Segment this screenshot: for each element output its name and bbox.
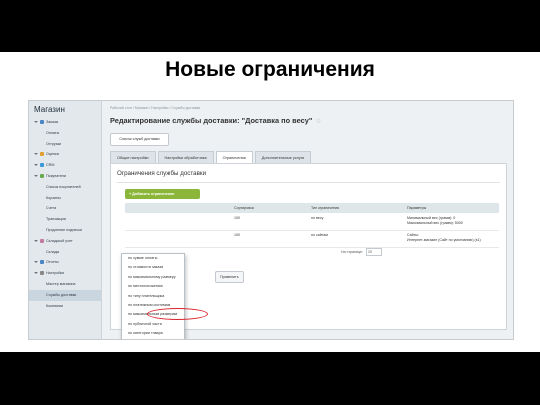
dropdown-item[interactable]: по максимальному размеру [122,273,184,282]
sidebar-item[interactable]: Корзины [29,193,101,204]
sidebar-item[interactable]: CRM [29,160,101,171]
row-sort: 100 [234,233,240,237]
sidebar-item[interactable]: Отчеты [29,257,101,268]
dropdown-item[interactable]: по сумме оплаты [122,254,184,263]
sidebar-item[interactable]: Склады [29,247,101,258]
orders-icon [40,120,44,125]
column-header-sort[interactable]: Сортировка [234,203,254,213]
sidebar-item[interactable]: Службы доставки [29,289,101,301]
sidebar-item[interactable]: Продление подписки [29,225,101,236]
sidebar-item[interactable]: Компании [29,301,101,312]
sidebar-item[interactable]: Настройки [29,268,101,279]
table-row[interactable]: 100 по сайтам Сайты: Интернет-магазин (С… [125,231,499,248]
sidebar-item[interactable]: Счета [29,203,101,214]
tabs: Общие настройки Настройки обработчика Ог… [110,151,313,164]
chevron-down-icon[interactable] [34,272,38,275]
pager-label: На странице: [341,249,364,254]
sidebar-item-label: Счета [46,206,57,211]
table-row[interactable]: 100 Минимальный вес (грамм): 0 Максималь… [125,214,499,231]
sidebar-item-label: Продление подписки [46,227,82,232]
sidebar-item-label: Покупатели [46,173,66,178]
chevron-down-icon[interactable] [34,153,38,156]
chevron-down-icon[interactable] [34,175,38,177]
section-divider [117,182,500,183]
row-type: по сайтам [311,233,328,237]
settings-icon [40,271,44,276]
dropdown-item[interactable]: по типу плательщика [122,292,184,301]
sidebar-item[interactable]: Оплаты [29,128,101,139]
rating-icon [40,152,44,157]
sidebar-item-label: Склады [46,249,60,254]
sidebar-item-label: Службы доставки [46,292,77,297]
sidebar-item-label: Заказы [46,120,59,124]
breadcrumb[interactable]: Рабочий стол / Магазин / Настройки / Слу… [110,106,200,110]
row-sort: 100 [234,216,240,220]
table-header: Сортировка Тип ограничения Параметры [125,203,499,213]
sidebar-item[interactable]: Складской учет [29,236,101,247]
sidebar-item-label: CRM [46,163,55,168]
sidebar-item-label: Компании [46,303,63,308]
row-param: Максимальный вес (грамм): 5000 [407,221,463,225]
slide: Новые ограничения Магазин Заказы Оплаты От… [0,52,540,352]
warehouse-icon [40,238,44,243]
sidebar-item-label: Транзакции [46,217,66,222]
reports-icon [40,260,44,265]
admin-screenshot: Магазин Заказы Оплаты Отгрузки Оценка CRM Пок… [28,100,514,340]
crm-icon [40,163,44,168]
page-title: Редактирование службы доставки: "Доставк… [110,116,322,125]
chevron-down-icon[interactable] [34,239,38,242]
chevron-down-icon[interactable] [34,121,38,124]
favorite-star-icon[interactable]: ☆ [315,118,321,125]
restriction-type-dropdown: по сумме оплаты по стоимости заказа по мак… [121,253,185,339]
sidebar-item-label: Складской учет [46,238,73,243]
sidebar-item-label: Корзины [46,195,61,200]
sidebar-item[interactable]: Транзакции [29,214,101,225]
sidebar-item-label: Отчеты [46,260,59,265]
sidebar-item[interactable]: Отгрузки [29,139,101,150]
sidebar-item[interactable]: Оценка [29,149,101,160]
sidebar-item-label: Отгрузки [46,141,62,146]
sidebar-item-label: Список покупателей [46,184,81,189]
pager: На странице: 20 [341,248,383,256]
section-title: Ограничения службы доставки [117,170,207,177]
dropdown-item[interactable]: по публичной части [122,320,184,329]
sidebar: Магазин Заказы Оплаты Отгрузки Оценка CRM Пок… [29,101,102,339]
sidebar-item-label: Настройки [46,271,65,276]
sidebar-item[interactable]: Заказы [29,117,101,128]
page-size-select[interactable]: 20 [366,248,383,256]
dropdown-item[interactable]: по категории товара [122,329,184,338]
sidebar-list: Заказы Оплаты Отгрузки Оценка CRM Покупатели С… [29,117,101,311]
slide-title: Новые ограничения [165,58,375,81]
sidebar-item[interactable]: Покупатели [29,171,101,182]
add-restriction-button[interactable]: + Добавить ограничение [125,189,200,199]
sidebar-title: Магазин [34,105,65,114]
row-type: по весу [311,216,324,220]
page-title-text: Редактирование службы доставки: "Доставк… [110,116,313,125]
sidebar-item-label: Оплаты [46,130,60,135]
delivery-services-list-button[interactable]: Список служб доставки [110,133,169,146]
dropdown-item[interactable]: по местоположению [122,282,184,291]
row-param: Интернет-магазин (Сайт по умолчанию) (s1… [407,238,481,242]
chevron-down-icon[interactable] [34,261,38,264]
sidebar-item[interactable]: Список покупателей [29,182,101,193]
sidebar-item[interactable]: Мастер магазина [29,279,101,290]
customers-icon [40,174,44,178]
chevron-down-icon[interactable] [34,164,38,167]
column-header-params[interactable]: Параметры [407,203,426,213]
column-header-type[interactable]: Тип ограничения [311,203,339,213]
dropdown-item[interactable]: по стоимости заказа [122,263,184,272]
sidebar-item-label: Оценка [46,152,59,157]
highlight-oval [147,308,208,320]
apply-button[interactable]: Применить [215,271,244,283]
sidebar-item-label: Мастер магазина [46,281,76,286]
